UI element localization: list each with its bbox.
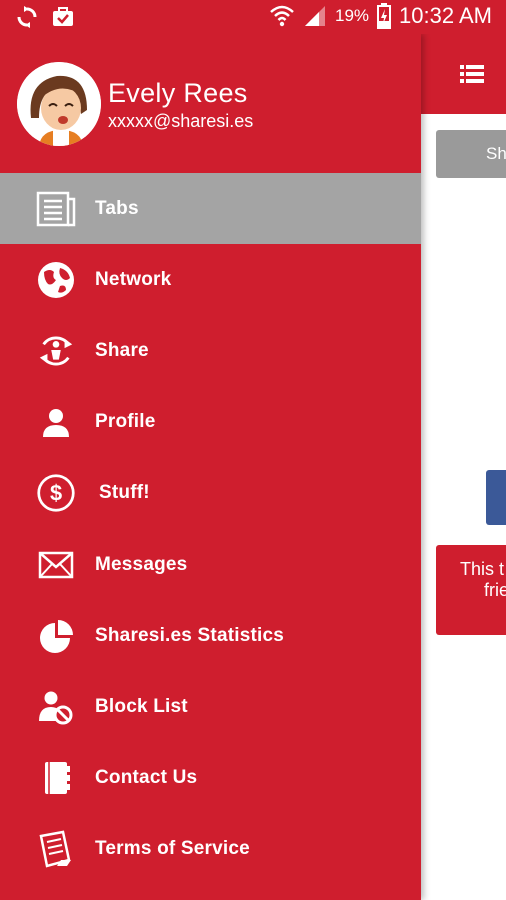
menu-item-label: Contact Us	[95, 767, 198, 789]
menu-item-label: Messages	[95, 553, 188, 575]
dollar-icon: $	[36, 473, 76, 513]
cartoon-avatar-icon	[17, 62, 101, 146]
user-email: xxxxx@sharesi.es	[108, 111, 254, 131]
battery-charging-icon	[377, 3, 392, 29]
document-icon	[36, 829, 76, 869]
share-cycle-icon	[36, 331, 76, 371]
menu-item-terms-of-service[interactable]: Terms of Service	[0, 814, 421, 885]
menu-item-block-list[interactable]: Block List	[0, 671, 421, 742]
menu-item-label: Terms of Service	[95, 838, 250, 860]
block-user-icon	[36, 687, 76, 727]
sync-icon	[17, 6, 37, 28]
menu-item-label: Sharesi.es Statistics	[95, 624, 285, 646]
menu-item-messages[interactable]: Messages	[0, 529, 421, 600]
svg-text:$: $	[50, 481, 62, 506]
drawer-menu: Tabs Network Share Profile $ Stuff! Mess…	[0, 173, 421, 885]
battery-percent: 19%	[335, 6, 370, 25]
newspaper-icon	[36, 189, 76, 229]
avatar[interactable]	[17, 62, 101, 146]
user-name: Evely Rees	[108, 78, 248, 108]
menu-item-label: Profile	[95, 411, 156, 433]
menu-item-statistics[interactable]: Sharesi.es Statistics	[0, 600, 421, 671]
background-notice-line2: frie	[484, 580, 506, 600]
menu-item-tabs[interactable]: Tabs	[0, 173, 421, 245]
person-icon	[36, 402, 76, 442]
background-notice: This t frie	[436, 545, 506, 635]
menu-item-profile[interactable]: Profile	[0, 387, 421, 458]
background-notice-line1: This t	[460, 559, 505, 579]
contact-book-icon	[36, 758, 76, 798]
briefcase-check-icon	[53, 7, 73, 26]
pie-chart-icon	[36, 616, 76, 656]
menu-item-label: Share	[95, 339, 149, 361]
signal-icon	[305, 6, 326, 26]
menu-item-share[interactable]: Share	[0, 315, 421, 386]
menu-item-network[interactable]: Network	[0, 244, 421, 315]
status-time: 10:32 AM	[399, 3, 492, 28]
navigation-drawer: Evely Rees xxxxx@sharesi.es Tabs Network…	[0, 34, 421, 900]
menu-item-stuff[interactable]: $ Stuff!	[0, 458, 421, 529]
menu-item-label: Block List	[95, 695, 188, 717]
background-facebook-button[interactable]	[486, 470, 506, 525]
menu-item-contact-us[interactable]: Contact Us	[0, 743, 421, 814]
menu-item-label: Network	[95, 268, 172, 290]
menu-item-label: Stuff!	[99, 482, 150, 504]
background-tab-button[interactable]: Sh	[436, 130, 506, 178]
status-bar: 19% 10:32 AM	[0, 0, 506, 34]
envelope-icon	[36, 545, 76, 585]
list-menu-icon[interactable]	[460, 64, 484, 84]
background-tab-button-label: Sh	[486, 144, 506, 163]
wifi-icon	[270, 5, 294, 27]
profile-header[interactable]: Evely Rees xxxxx@sharesi.es	[0, 34, 421, 173]
menu-item-label: Tabs	[95, 197, 139, 219]
globe-icon	[36, 260, 76, 300]
